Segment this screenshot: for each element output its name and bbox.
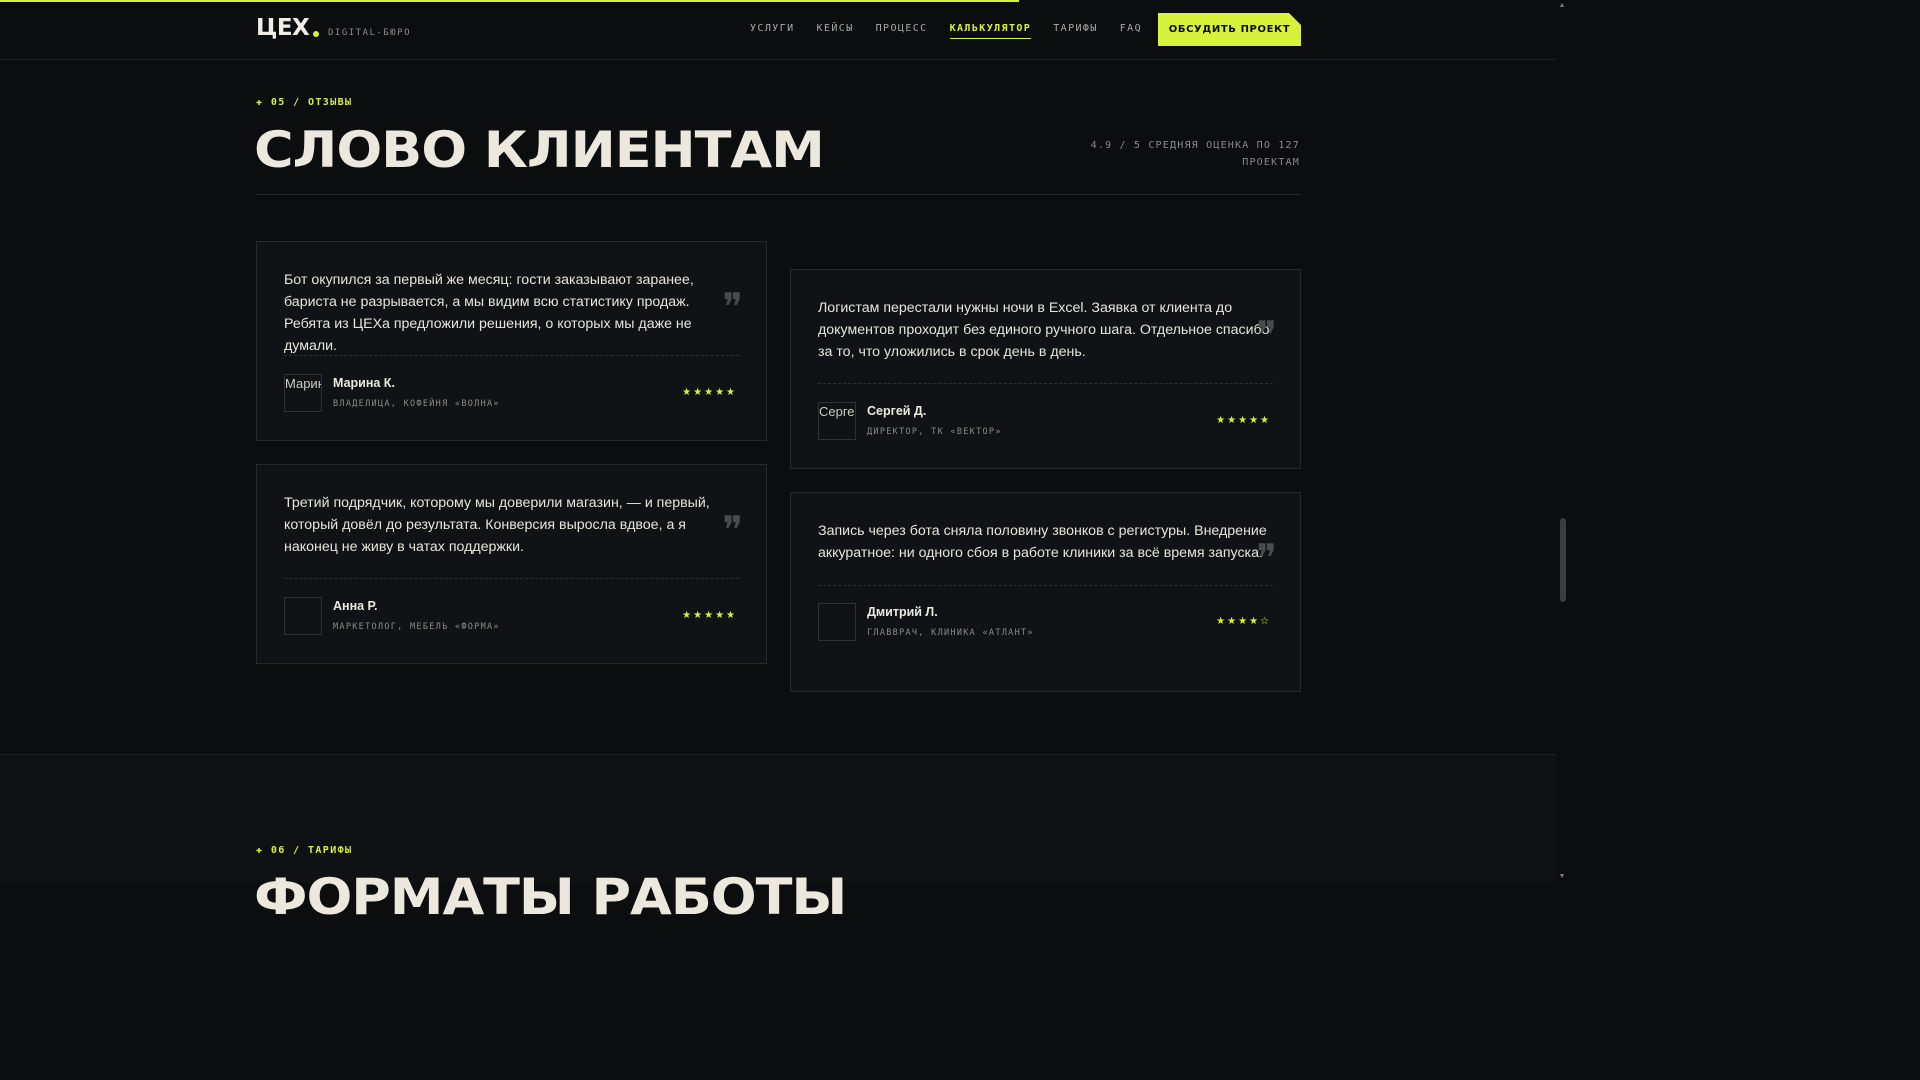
quote-mark-icon: ❞ <box>722 508 743 552</box>
section-title-reviews: СЛОВО КЛИЕНТАМ <box>254 121 825 179</box>
average-rating-summary: 4.9 / 5 СРЕДНЯЯ ОЦЕНКА ПО 127 ПРОЕКТАМ <box>1080 137 1300 171</box>
review-quote: Бот окупился за первый же месяц: гости з… <box>284 272 694 354</box>
logo[interactable]: ЦЕХ <box>256 15 310 41</box>
avatar <box>818 603 856 641</box>
logo-dot-icon <box>313 31 319 37</box>
review-author: Дмитрий Л. <box>867 605 938 619</box>
nav-item-services[interactable]: УСЛУГИ <box>750 23 795 39</box>
scroll-up-arrow-icon[interactable]: ▲ <box>1558 2 1566 9</box>
review-author-role: МАРКЕТОЛОГ, МЕБЕЛЬ «ФОРМА» <box>333 622 500 632</box>
card-divider <box>284 355 739 356</box>
rating-summary-line: 4.9 / 5 СРЕДНЯЯ ОЦЕНКА ПО 127 <box>1090 140 1300 151</box>
review-card: Логистам перестали нужны ночи в Excel. З… <box>790 269 1301 469</box>
card-divider <box>284 578 739 579</box>
review-quote: Запись через бота сняла половину звонков… <box>818 523 1267 561</box>
review-author-role: ВЛАДЕЛИЦА, КОФЕЙНЯ «ВОЛНА» <box>333 399 500 409</box>
review-card: Бот окупился за первый же месяц: гости з… <box>256 241 767 441</box>
review-author-role: ГЛАВВРАЧ, КЛИНИКА «АТЛАНТ» <box>867 628 1034 638</box>
review-card: Запись через бота сняла половину звонков… <box>790 492 1301 692</box>
section-eyebrow-pricing: ✚ 06 / ТАРИФЫ <box>256 845 353 856</box>
scrollbar-thumb[interactable] <box>1560 518 1566 602</box>
section-divider <box>256 194 1301 195</box>
quote-mark-icon: ❞ <box>1256 313 1277 357</box>
review-author: Марина К. <box>333 376 395 390</box>
quote-mark-icon: ❞ <box>722 285 743 329</box>
page-scrollbar[interactable]: ▲ ▼ <box>1556 0 1568 882</box>
nav-item-faq[interactable]: FAQ <box>1120 23 1142 39</box>
nav-item-pricing[interactable]: ТАРИФЫ <box>1053 23 1098 39</box>
review-quote: Логистам перестали нужны ночи в Excel. З… <box>818 300 1270 360</box>
nav-item-process[interactable]: ПРОЦЕСС <box>876 23 928 39</box>
review-card: Третий подрядчик, которому мы доверили м… <box>256 464 767 664</box>
avatar: Сергей Д. <box>818 402 856 440</box>
main-nav: УСЛУГИ КЕЙСЫ ПРОЦЕСС КАЛЬКУЛЯТОР ТАРИФЫ … <box>750 23 1164 39</box>
card-divider <box>818 585 1273 586</box>
nav-item-calculator[interactable]: КАЛЬКУЛЯТОР <box>949 23 1032 39</box>
pricing-section <box>0 754 1556 882</box>
review-author: Сергей Д. <box>867 404 927 418</box>
review-author: Анна Р. <box>333 599 378 613</box>
rating-stars: ★★★★★ <box>682 610 737 621</box>
review-quote: Третий подрядчик, которому мы доверили м… <box>284 495 710 555</box>
discuss-project-button[interactable]: ОБСУДИТЬ ПРОЕКТ <box>1158 13 1301 46</box>
review-author-role: ДИРЕКТОР, ТК «ВЕКТОР» <box>867 427 1002 437</box>
site-header: ЦЕХ DIGITAL-БЮРО УСЛУГИ КЕЙСЫ ПРОЦЕСС КА… <box>0 0 1556 60</box>
card-divider <box>818 383 1273 384</box>
nav-item-cases[interactable]: КЕЙСЫ <box>817 23 854 39</box>
rating-stars: ★★★★★ <box>1216 415 1271 426</box>
section-eyebrow-reviews: ✚ 05 / ОТЗЫВЫ <box>256 97 353 108</box>
rating-stars: ★★★★★ <box>682 387 737 398</box>
scroll-down-arrow-icon[interactable]: ▼ <box>1558 873 1566 880</box>
quote-mark-icon: ❞ <box>1256 536 1277 580</box>
rating-summary-line: ПРОЕКТАМ <box>1242 157 1300 168</box>
avatar <box>284 597 322 635</box>
section-title-pricing: ФОРМАТЫ РАБОТЫ <box>254 868 847 926</box>
avatar: Марина К. <box>284 374 322 412</box>
rating-stars: ★★★★☆ <box>1216 616 1271 627</box>
logo-subtitle: DIGITAL-БЮРО <box>328 28 412 38</box>
